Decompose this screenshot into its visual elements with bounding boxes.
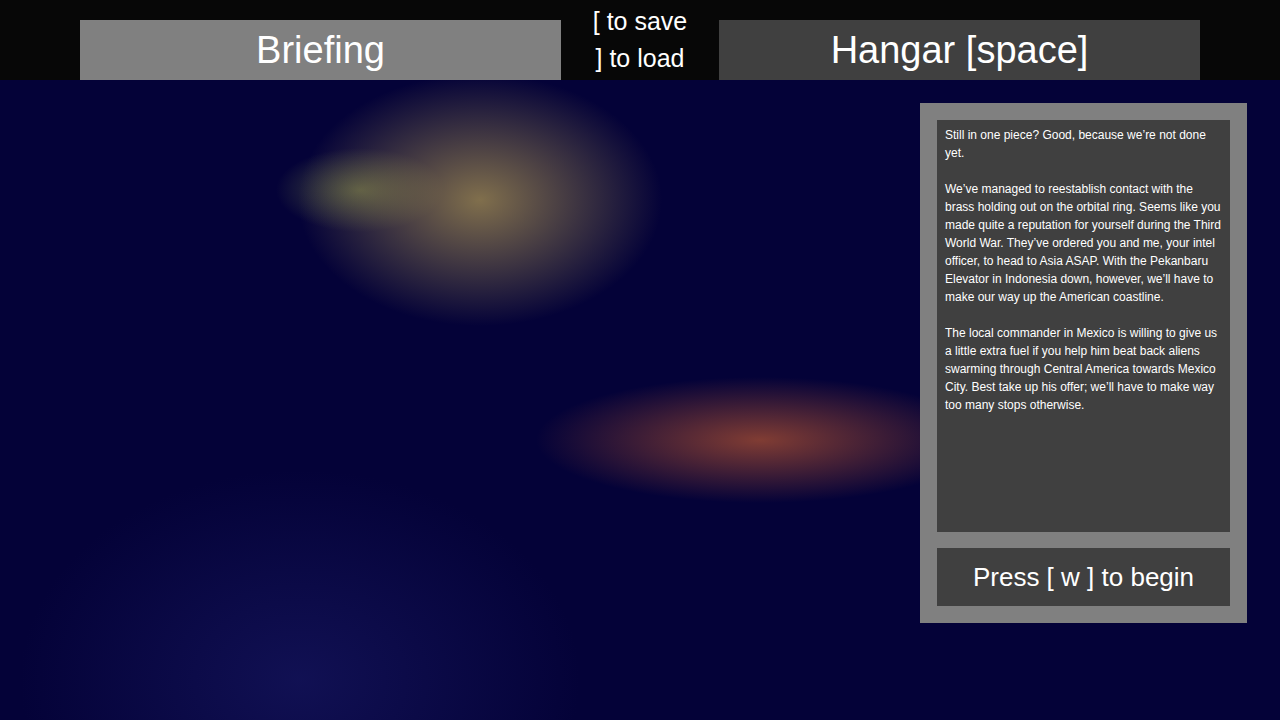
briefing-paragraph: We’ve managed to reestablish contact wit…	[945, 180, 1222, 306]
save-load-hints: [ to save] to load	[561, 0, 719, 80]
briefing-text: Still in one piece? Good, because we’re …	[937, 120, 1230, 532]
world-map: Still in one piece? Good, because we’re …	[0, 80, 1280, 720]
briefing-paragraph: The local commander in Mexico is willing…	[945, 324, 1222, 414]
briefing-tab[interactable]: Briefing	[80, 20, 561, 80]
hint: [ to save	[593, 3, 688, 40]
top-bar: Briefing [ to save] to load Hangar [spac…	[0, 0, 1280, 80]
begin-button[interactable]: Press [ w ] to begin	[937, 548, 1230, 606]
hangar-tab[interactable]: Hangar [space]	[719, 20, 1200, 80]
briefing-panel: Still in one piece? Good, because we’re …	[920, 103, 1247, 623]
game-screen: Briefing [ to save] to load Hangar [spac…	[0, 0, 1280, 720]
hint: ] to load	[596, 40, 685, 77]
briefing-paragraph: Still in one piece? Good, because we’re …	[945, 126, 1222, 162]
